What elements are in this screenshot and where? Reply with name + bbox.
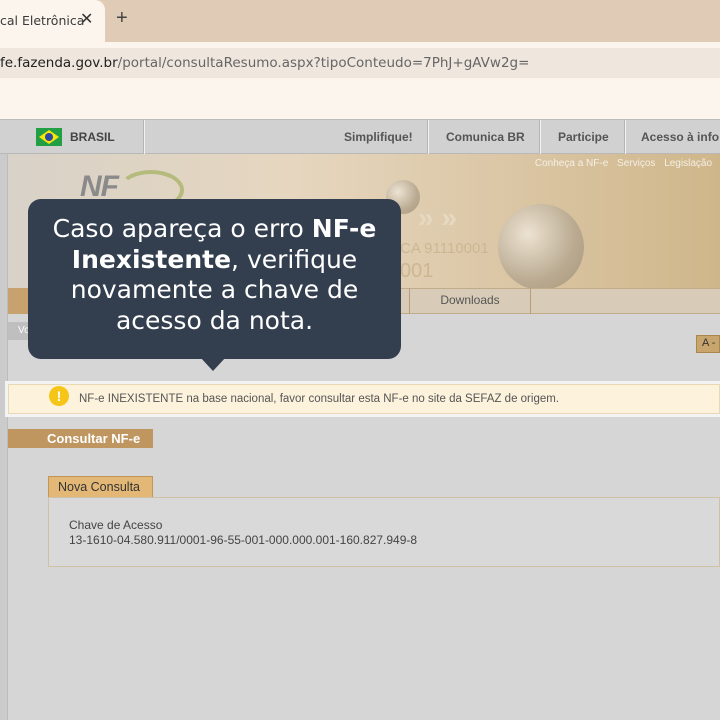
page-left-edge	[0, 154, 8, 720]
decorative-sphere	[498, 204, 584, 290]
tab-title: cal Eletrônica	[0, 13, 85, 28]
divider	[144, 120, 145, 154]
banner-links: Conheça a NF-e Serviços Legislação	[529, 158, 712, 169]
address-bar-area: fe.fazenda.gov.br/portal/consultaResumo.…	[0, 42, 720, 84]
browser-tab-bar: cal Eletrônica ✕ +	[0, 0, 720, 42]
banner-link-servicos[interactable]: Serviços	[617, 158, 655, 169]
url-input[interactable]: fe.fazenda.gov.br/portal/consultaResumo.…	[0, 48, 720, 78]
gov-link-comunica[interactable]: Comunica BR	[446, 130, 525, 144]
alert-message: NF-e INEXISTENTE na base nacional, favor…	[79, 393, 560, 405]
banner-link-conheca[interactable]: Conheça a NF-e	[535, 158, 608, 169]
divider	[540, 120, 541, 154]
tab-close-icon[interactable]: ✕	[80, 9, 93, 29]
home-icon[interactable]	[8, 288, 30, 314]
chave-value: 13-1610-04.580.911/0001-96-55-001-000.00…	[69, 533, 418, 547]
brazil-flag-icon	[36, 128, 62, 146]
banner-faint-text: CA 91110001	[400, 240, 489, 257]
decorative-chevrons: » »	[418, 202, 457, 233]
gov-bar: BRASIL Simplifique! Comunica BR Particip…	[0, 120, 720, 154]
url-text: fe.fazenda.gov.br/portal/consultaResumo.…	[0, 55, 529, 71]
divider	[625, 120, 626, 154]
tooltip-prefix: Caso apareça o erro	[52, 214, 312, 243]
browser-tab[interactable]: cal Eletrônica ✕	[0, 0, 105, 42]
new-tab-icon[interactable]: +	[116, 7, 128, 30]
chave-label: Chave de Acesso	[69, 518, 163, 532]
url-host: fe.fazenda.gov.br	[0, 55, 118, 71]
instruction-tooltip: Caso apareça o erro NF-e Inexistente, ve…	[28, 199, 401, 371]
warning-icon: !	[49, 386, 69, 406]
bookmarks-strip	[0, 84, 720, 120]
gov-link-acesso[interactable]: Acesso à info	[641, 130, 719, 144]
consulta-panel: Chave de Acesso 13-1610-04.580.911/0001-…	[48, 497, 720, 567]
section-title: Consultar NF-e	[8, 429, 153, 448]
nav-item-downloads[interactable]: Downloads	[409, 288, 531, 314]
divider	[428, 120, 429, 154]
alert-banner: ! NF-e INEXISTENTE na base nacional, fav…	[8, 384, 720, 414]
gov-link-simplifique[interactable]: Simplifique!	[344, 130, 413, 144]
banner-link-legislacao[interactable]: Legislação	[664, 158, 712, 169]
url-path: /portal/consultaResumo.aspx?tipoConteudo…	[117, 55, 530, 71]
tab-nova-consulta[interactable]: Nova Consulta	[48, 476, 153, 498]
decrease-font-button[interactable]: A -	[696, 335, 720, 353]
country-label[interactable]: BRASIL	[70, 130, 115, 144]
banner-faint-text: 001	[400, 260, 434, 282]
gov-link-participe[interactable]: Participe	[558, 130, 609, 144]
